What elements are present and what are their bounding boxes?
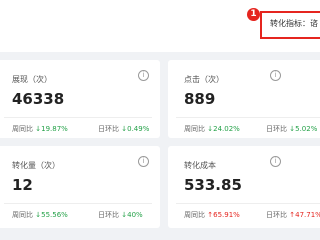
conversion-metric-label: 转化指标：谘	[270, 18, 318, 29]
metric-card-conversion-cost: 转化成本 i 533.85 周同比 ↑65.91% 日环比 ↑47.71%	[168, 146, 320, 228]
week-over-week: 周同比 ↓55.56%	[12, 210, 68, 220]
day-over-day: 日环比 ↓5.02%	[266, 124, 317, 134]
filter-value-text: 谘	[310, 19, 318, 28]
week-over-week: 周同比 ↓24.02%	[184, 124, 240, 134]
wow-label: 周同比	[184, 125, 205, 133]
week-over-week: 周同比 ↓19.87%	[12, 124, 68, 134]
card-divider	[4, 203, 152, 204]
dod-value: 47.71%	[295, 211, 320, 219]
card-title: 转化量（次）	[12, 161, 60, 170]
card-value: 533.85	[184, 176, 242, 194]
info-circle-icon[interactable]: i	[270, 70, 281, 81]
day-over-day: 日环比 ↓40%	[98, 210, 143, 220]
top-filter-bar: 1 转化指标：谘	[0, 0, 320, 52]
day-over-day: 日环比 ↑47.71%	[266, 210, 320, 220]
card-value: 12	[12, 176, 33, 194]
dod-label: 日环比	[266, 211, 287, 219]
wow-value: 19.87%	[41, 125, 68, 133]
wow-value: 55.56%	[41, 211, 68, 219]
step-number-badge: 1	[247, 8, 260, 21]
dod-label: 日环比	[98, 125, 119, 133]
card-title: 点击（次）	[184, 75, 224, 84]
dod-value: 0.49%	[127, 125, 150, 133]
card-title: 转化成本	[184, 161, 216, 170]
wow-label: 周同比	[184, 211, 205, 219]
dod-label: 日环比	[98, 211, 119, 219]
week-over-week: 周同比 ↑65.91%	[184, 210, 240, 220]
card-divider	[4, 117, 152, 118]
card-divider	[176, 117, 320, 118]
wow-label: 周同比	[12, 211, 33, 219]
wow-value: 24.02%	[213, 125, 240, 133]
filter-label-text: 转化指标：	[270, 19, 310, 28]
info-circle-icon[interactable]: i	[138, 70, 149, 81]
day-over-day: 日环比 ↓0.49%	[98, 124, 149, 134]
info-circle-icon[interactable]: i	[270, 156, 281, 167]
card-value: 46338	[12, 90, 65, 108]
dod-label: 日环比	[266, 125, 287, 133]
dod-value: 40%	[127, 211, 143, 219]
metric-card-conversions: 转化量（次） i 12 周同比 ↓55.56% 日环比 ↓40%	[0, 146, 160, 228]
wow-label: 周同比	[12, 125, 33, 133]
dod-value: 5.02%	[295, 125, 318, 133]
card-divider	[176, 203, 320, 204]
wow-value: 65.91%	[213, 211, 240, 219]
card-title: 展现（次）	[12, 75, 52, 84]
card-value: 889	[184, 90, 216, 108]
metric-card-clicks: 点击（次） i 889 周同比 ↓24.02% 日环比 ↓5.02%	[168, 60, 320, 138]
info-circle-icon[interactable]: i	[138, 156, 149, 167]
metric-card-impressions: 展现（次） i 46338 周同比 ↓19.87% 日环比 ↓0.49%	[0, 60, 160, 138]
